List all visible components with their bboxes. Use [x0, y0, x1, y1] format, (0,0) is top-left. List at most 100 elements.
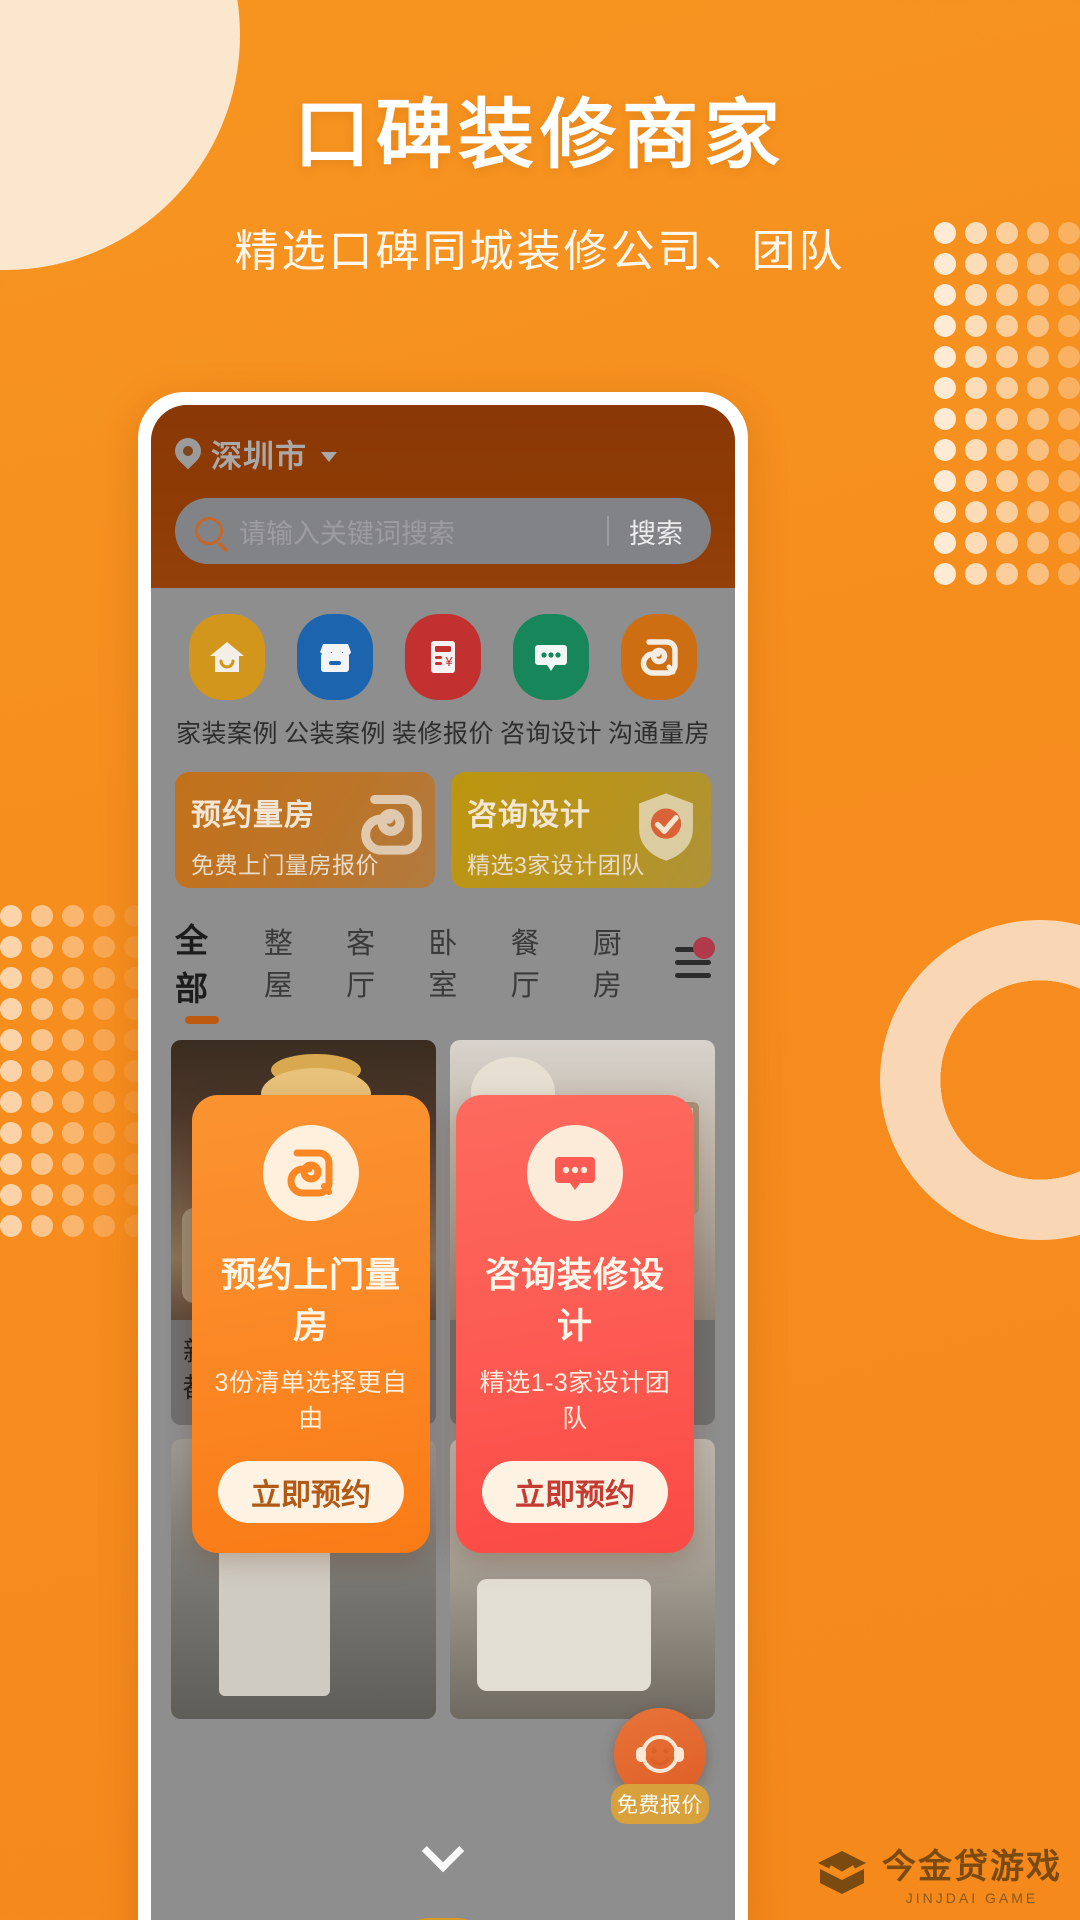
- quick-action-label: 沟通量房: [607, 720, 710, 748]
- decor-dot: [1058, 501, 1080, 523]
- tab-2[interactable]: 整屋: [264, 920, 312, 1018]
- promo-cta-button[interactable]: 立即预约: [482, 1461, 668, 1523]
- watermark-brand: 今金贷游戏: [882, 1848, 1062, 1886]
- decor-dot: [1027, 532, 1049, 554]
- decor-dot: [93, 1184, 115, 1206]
- decor-dot: [965, 377, 987, 399]
- decor-dot: [31, 1060, 53, 1082]
- quick-action-5[interactable]: 沟通量房: [607, 614, 711, 750]
- decor-dot: [965, 563, 987, 585]
- decor-dot: [965, 284, 987, 306]
- promo-banner-1[interactable]: 预约量房 免费上门量房报价: [175, 772, 435, 888]
- decor-dot: [62, 1184, 84, 1206]
- quick-action-2[interactable]: 公装案例: [283, 614, 387, 750]
- tab-6[interactable]: 厨房: [593, 920, 641, 1018]
- quick-action-label: 家装案例: [175, 720, 278, 748]
- tab-5[interactable]: 餐厅: [511, 920, 559, 1018]
- decor-dot: [996, 532, 1018, 554]
- decor-dot: [93, 905, 115, 927]
- decor-dot: [1027, 470, 1049, 492]
- decor-dot: [0, 967, 22, 989]
- search-bar[interactable]: 请输入关键词搜索 搜索: [175, 498, 711, 564]
- hero-title: 口碑装修商家: [294, 93, 786, 178]
- decor-dot: [996, 439, 1018, 461]
- decor-dot: [1058, 470, 1080, 492]
- promo-card-measure[interactable]: 预约上门量房 3份清单选择更自由 立即预约: [192, 1095, 430, 1553]
- decor-dot: [0, 1184, 22, 1206]
- decor-dot: [93, 1122, 115, 1144]
- promo-subtitle: 精选1-3家设计团队: [479, 1369, 671, 1433]
- search-button[interactable]: 搜索: [609, 512, 703, 551]
- scroll-down-chevron-icon[interactable]: [421, 1829, 465, 1873]
- decor-dot: [62, 967, 84, 989]
- quick-action-label: 咨询设计: [499, 720, 602, 748]
- promo-cta-button[interactable]: 立即预约: [218, 1461, 404, 1523]
- decor-dot: [0, 1091, 22, 1113]
- decor-dot: [934, 315, 956, 337]
- decor-dot: [62, 1122, 84, 1144]
- decor-dot: [31, 1091, 53, 1113]
- tape-measure-icon: [263, 1125, 359, 1221]
- decor-dot: [996, 315, 1018, 337]
- promo-banner-2[interactable]: 咨询设计 精选3家设计团队: [451, 772, 711, 888]
- decor-dot: [1058, 532, 1080, 554]
- decor-dot: [31, 1122, 53, 1144]
- decor-dot: [93, 998, 115, 1020]
- decor-dot: [996, 470, 1018, 492]
- promo-banner-row: 预约量房 免费上门量房报价 咨询设计 精选3家设计团队: [151, 766, 735, 888]
- menu-line: [675, 972, 712, 978]
- quick-action-1[interactable]: 家装案例: [175, 614, 279, 750]
- decor-dot: [1027, 315, 1049, 337]
- decor-dot: [62, 1153, 84, 1175]
- category-tabs: 全部 整屋 客厅 卧室 餐厅 厨房: [151, 888, 735, 1024]
- decor-dot: [0, 1153, 22, 1175]
- decor-dot: [996, 408, 1018, 430]
- support-fab[interactable]: 免费报价: [611, 1708, 709, 1824]
- watermark-sub: JINJDAI GAME: [905, 1890, 1039, 1906]
- decor-dot: [934, 377, 956, 399]
- phone-mockup: 深圳市 请输入关键词搜索 搜索 家装案例 公装案例 ¥ 装修报价 咨询设计 沟通量房 预约…: [138, 392, 748, 1920]
- quick-action-label: 装修报价: [391, 720, 494, 748]
- decor-dot: [93, 936, 115, 958]
- decor-dot: [0, 998, 22, 1020]
- decor-dot: [1058, 408, 1080, 430]
- decor-dot: [0, 1060, 22, 1082]
- decor-dot: [934, 439, 956, 461]
- decor-dot: [31, 1029, 53, 1051]
- shield-check-icon: [629, 788, 703, 871]
- decor-dot: [996, 346, 1018, 368]
- tab-3[interactable]: 客厅: [346, 920, 394, 1018]
- decor-dot: [62, 1215, 84, 1237]
- decor-dot: [1058, 377, 1080, 399]
- quick-action-label: 公装案例: [283, 720, 386, 748]
- decor-dot: [934, 532, 956, 554]
- decor-dot: [1058, 563, 1080, 585]
- menu-line: [675, 959, 712, 965]
- decor-dot: [965, 439, 987, 461]
- decor-dot: [1027, 439, 1049, 461]
- map-pin-icon: [175, 438, 201, 470]
- app-screen: 深圳市 请输入关键词搜索 搜索 家装案例 公装案例 ¥ 装修报价 咨询设计 沟通量房 预约…: [151, 405, 735, 1920]
- decor-dot: [31, 905, 53, 927]
- quick-actions-row: 家装案例 公装案例 ¥ 装修报价 咨询设计 沟通量房: [151, 588, 735, 766]
- decor-dot: [0, 936, 22, 958]
- quick-action-3[interactable]: ¥ 装修报价: [391, 614, 495, 750]
- tab-1[interactable]: 全部: [175, 914, 230, 1024]
- search-input[interactable]: 请输入关键词搜索: [239, 512, 607, 551]
- decor-ring: [880, 920, 1080, 1240]
- decor-dot: [1027, 563, 1049, 585]
- location-selector[interactable]: 深圳市: [175, 431, 711, 476]
- decor-dot: [62, 1029, 84, 1051]
- decor-dot: [996, 563, 1018, 585]
- tab-4[interactable]: 卧室: [428, 920, 476, 1018]
- tape-measure-icon: [355, 788, 427, 865]
- decor-dot: [996, 501, 1018, 523]
- decor-dot: [965, 408, 987, 430]
- promo-card-design[interactable]: 咨询装修设计 精选1-3家设计团队 立即预约: [456, 1095, 694, 1553]
- quick-action-4[interactable]: 咨询设计: [499, 614, 603, 750]
- filter-menu-icon[interactable]: [675, 936, 716, 992]
- decor-dot: [1058, 346, 1080, 368]
- decor-dot: [93, 1060, 115, 1082]
- decor-dot: [996, 377, 1018, 399]
- decor-dot: [965, 532, 987, 554]
